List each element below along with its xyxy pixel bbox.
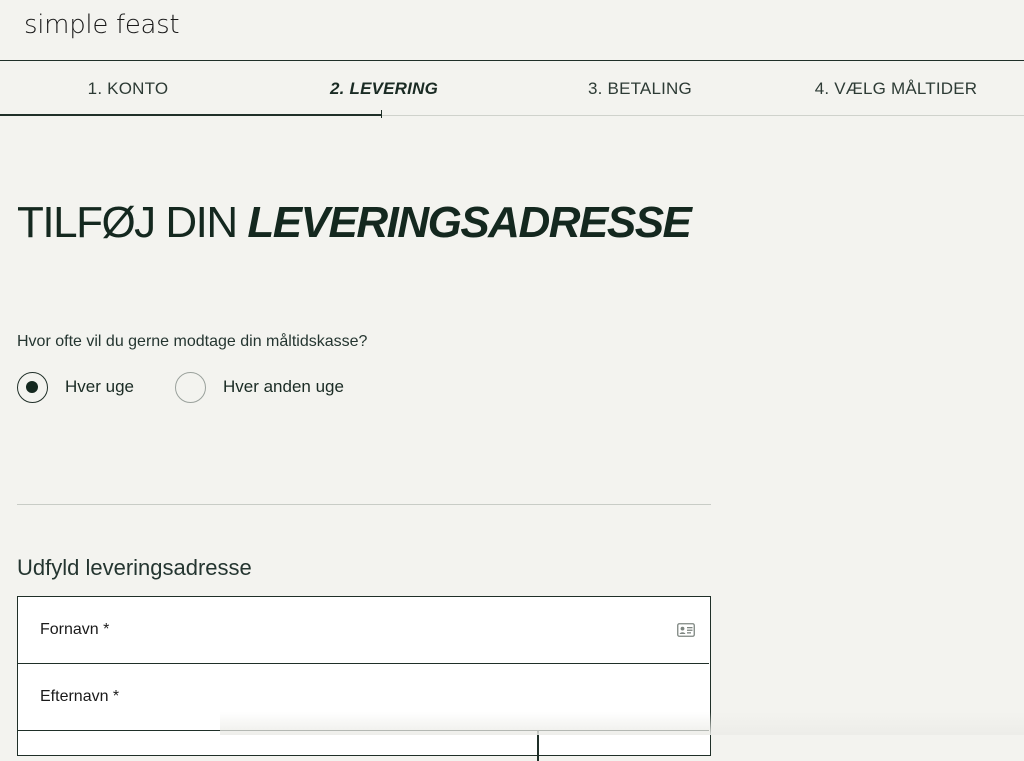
- first-name-input[interactable]: [18, 597, 709, 663]
- radio-dot: [26, 380, 38, 393]
- last-name-input[interactable]: [18, 664, 709, 730]
- checkout-steps: 1. KONTO 2. LEVERING 3. BETALING 4. VÆLG…: [0, 61, 1024, 116]
- step-levering[interactable]: 2. LEVERING: [256, 61, 512, 116]
- field-separator: [537, 731, 539, 761]
- page-title-emphasis: LEVERINGSADRESSE: [247, 198, 691, 247]
- page-title-plain: TILFØJ DIN: [17, 198, 248, 247]
- radio-label-hver-anden-uge: Hver anden uge: [222, 377, 344, 396]
- step-vaelg-maaltider[interactable]: 4. VÆLG MÅLTIDER: [768, 61, 1024, 116]
- radio-unchecked-icon[interactable]: [174, 371, 206, 403]
- radio-hver-anden-uge[interactable]: Hver anden uge: [174, 371, 344, 403]
- step-konto[interactable]: 1. KONTO: [0, 61, 256, 116]
- step-progress-marker: [381, 110, 382, 118]
- section-divider: [17, 504, 711, 505]
- step-progress-bar: [0, 114, 382, 116]
- brand-logo[interactable]: simple feast: [24, 10, 180, 40]
- first-name-field-wrapper: [18, 597, 709, 664]
- frequency-radio-group: Hver uge Hver anden uge: [17, 371, 344, 403]
- last-name-field-wrapper: [18, 664, 709, 731]
- page-title: TILFØJ DIN LEVERINGSADRESSE: [17, 198, 692, 248]
- step-betaling[interactable]: 3. BETALING: [512, 61, 768, 116]
- radio-checked-icon[interactable]: [17, 371, 48, 403]
- frequency-question: Hvor ofte vil du gerne modtage din målti…: [17, 333, 368, 350]
- radio-label-hver-uge: Hver uge: [65, 377, 134, 396]
- address-form: [17, 596, 711, 761]
- radio-hver-uge[interactable]: Hver uge: [17, 371, 134, 403]
- contact-card-icon[interactable]: [677, 623, 695, 637]
- address-section-title: Udfyld leveringsadresse: [17, 555, 252, 580]
- top-bar: simple feast: [0, 0, 1024, 61]
